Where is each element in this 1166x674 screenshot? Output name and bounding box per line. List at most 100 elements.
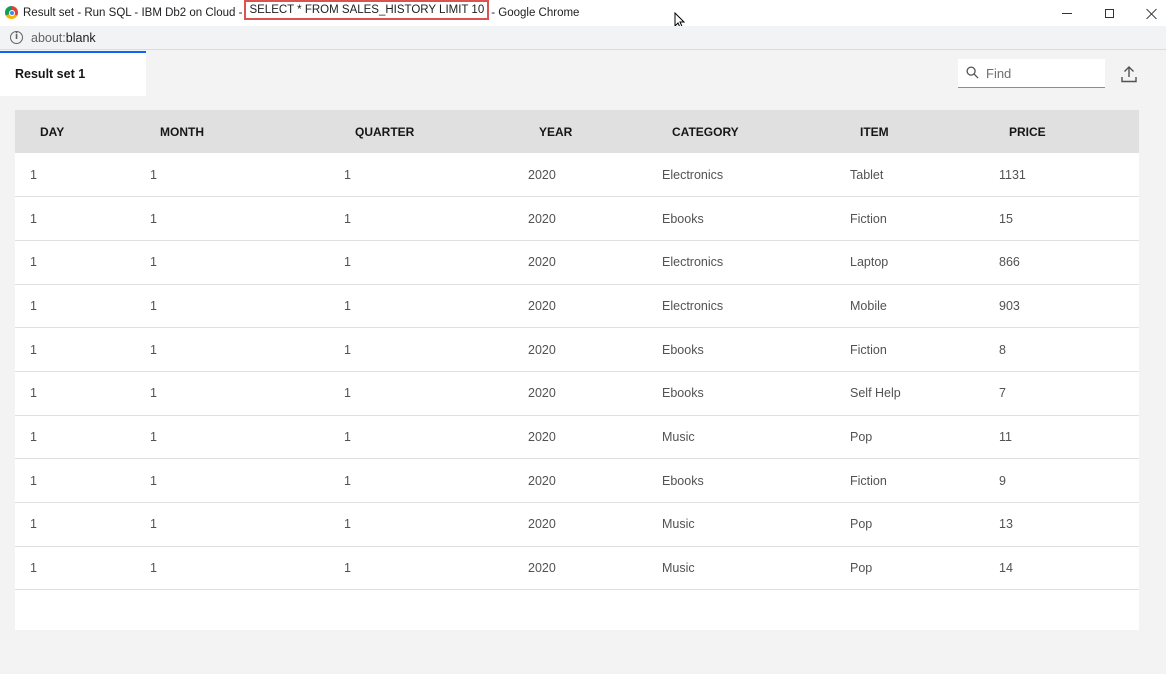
cell-month: 1 [150,153,315,198]
window-title-query: SELECT * FROM SALES_HISTORY LIMIT 10 [244,0,490,20]
table-row[interactable]: 1 1 1 2020 Music Pop 11 [15,415,1139,460]
search-icon [966,66,979,79]
cell-day: 1 [15,284,150,329]
tab-label: Result set 1 [15,67,86,81]
cell-price: 8 [984,327,1139,372]
find-field[interactable] [958,59,1105,88]
address-bar[interactable]: i about:blank [0,26,1166,50]
url-text[interactable]: about:blank [31,31,96,45]
url-scheme: about: [31,31,66,45]
window-title-suffix: - Google Chrome [491,7,580,19]
cell-day: 1 [15,240,150,285]
cell-year: 2020 [499,415,646,460]
cell-month: 1 [150,502,315,547]
table-row[interactable]: 1 1 1 2020 Music Pop 14 [15,546,1139,591]
cell-price: 13 [984,502,1139,547]
cell-category: Ebooks [646,327,840,372]
maximize-button[interactable] [1088,0,1130,26]
cell-year: 2020 [499,284,646,329]
cell-year: 2020 [499,371,646,416]
table-row[interactable]: 1 1 1 2020 Electronics Mobile 903 [15,284,1139,329]
window-title-bar: Result set - Run SQL - IBM Db2 on Cloud … [0,0,1166,30]
cell-quarter: 1 [315,240,499,285]
cell-item: Pop [840,502,984,547]
cell-category: Electronics [646,240,840,285]
window-title: Result set - Run SQL - IBM Db2 on Cloud … [23,0,580,21]
cell-day: 1 [15,458,150,503]
cell-quarter: 1 [315,153,499,198]
result-panel: Result set 1 DAYMONTHQUARTERYEARCATEGORY… [0,51,1166,674]
table-body: 1 1 1 2020 Electronics Tablet 1131 1 1 1 2020 Ebook… [15,153,1139,591]
cell-day: 1 [15,546,150,591]
cell-price: 11 [984,415,1139,460]
cell-year: 2020 [499,327,646,372]
cell-price: 7 [984,371,1139,416]
table-row[interactable]: 1 1 1 2020 Ebooks Fiction 9 [15,458,1139,503]
cell-price: 14 [984,546,1139,591]
upload-icon [1121,66,1137,83]
tab-result-set-1[interactable]: Result set 1 [0,51,146,96]
cell-month: 1 [150,546,315,591]
find-input[interactable] [986,59,1100,87]
cell-item: Tablet [840,153,984,198]
table-row[interactable]: 1 1 1 2020 Ebooks Fiction 15 [15,196,1139,241]
table-row[interactable]: 1 1 1 2020 Ebooks Fiction 8 [15,327,1139,372]
cell-category: Ebooks [646,196,840,241]
cell-quarter: 1 [315,458,499,503]
cell-day: 1 [15,153,150,198]
cell-item: Laptop [840,240,984,285]
column-header-item[interactable]: ITEM [840,110,984,153]
cell-category: Music [646,546,840,591]
cell-category: Music [646,502,840,547]
table-row[interactable]: 1 1 1 2020 Electronics Tablet 1131 [15,153,1139,198]
table-row[interactable]: 1 1 1 2020 Ebooks Self Help 7 [15,371,1139,416]
cell-price: 9 [984,458,1139,503]
cell-month: 1 [150,458,315,503]
cell-quarter: 1 [315,546,499,591]
cell-quarter: 1 [315,196,499,241]
export-button[interactable] [1118,63,1140,85]
column-header-quarter[interactable]: QUARTER [315,110,499,153]
cell-month: 1 [150,371,315,416]
column-header-category[interactable]: CATEGORY [646,110,840,153]
cell-quarter: 1 [315,502,499,547]
column-header-day[interactable]: DAY [15,110,150,153]
minimize-button[interactable] [1046,0,1088,26]
cell-year: 2020 [499,240,646,285]
cell-quarter: 1 [315,415,499,460]
column-header-price[interactable]: PRICE [984,110,1139,153]
cell-item: Fiction [840,196,984,241]
column-header-month[interactable]: MONTH [150,110,315,153]
cell-year: 2020 [499,196,646,241]
cell-category: Ebooks [646,371,840,416]
column-header-year[interactable]: YEAR [499,110,646,153]
cell-quarter: 1 [315,327,499,372]
table-row[interactable]: 1 1 1 2020 Electronics Laptop 866 [15,240,1139,285]
results-table: DAY MONTH QUARTER YEAR CATEGORY ITEM PRICE 111… [15,110,1139,591]
table-row[interactable]: 1 1 1 2020 Music Pop 13 [15,502,1139,547]
cell-month: 1 [150,284,315,329]
cell-item: Self Help [840,371,984,416]
cell-price: 15 [984,196,1139,241]
url-path: blank [65,31,96,45]
info-icon[interactable]: i [10,31,23,44]
cell-item: Pop [840,546,984,591]
cell-day: 1 [15,371,150,416]
cell-month: 1 [150,415,315,460]
cell-month: 1 [150,327,315,372]
close-icon [1146,8,1157,19]
cell-category: Music [646,415,840,460]
cell-category: Electronics [646,284,840,329]
cell-price: 866 [984,240,1139,285]
cell-quarter: 1 [315,284,499,329]
cell-day: 1 [15,415,150,460]
close-button[interactable] [1130,0,1166,26]
cell-year: 2020 [499,153,646,198]
cell-month: 1 [150,196,315,241]
results-table-container: DAY MONTH QUARTER YEAR CATEGORY ITEM PRICE 111… [15,110,1139,630]
cell-category: Ebooks [646,458,840,503]
cell-item: Pop [840,415,984,460]
cell-price: 1131 [984,153,1139,198]
cell-month: 1 [150,240,315,285]
table-header-row: DAY MONTH QUARTER YEAR CATEGORY ITEM PRICE [15,110,1139,153]
